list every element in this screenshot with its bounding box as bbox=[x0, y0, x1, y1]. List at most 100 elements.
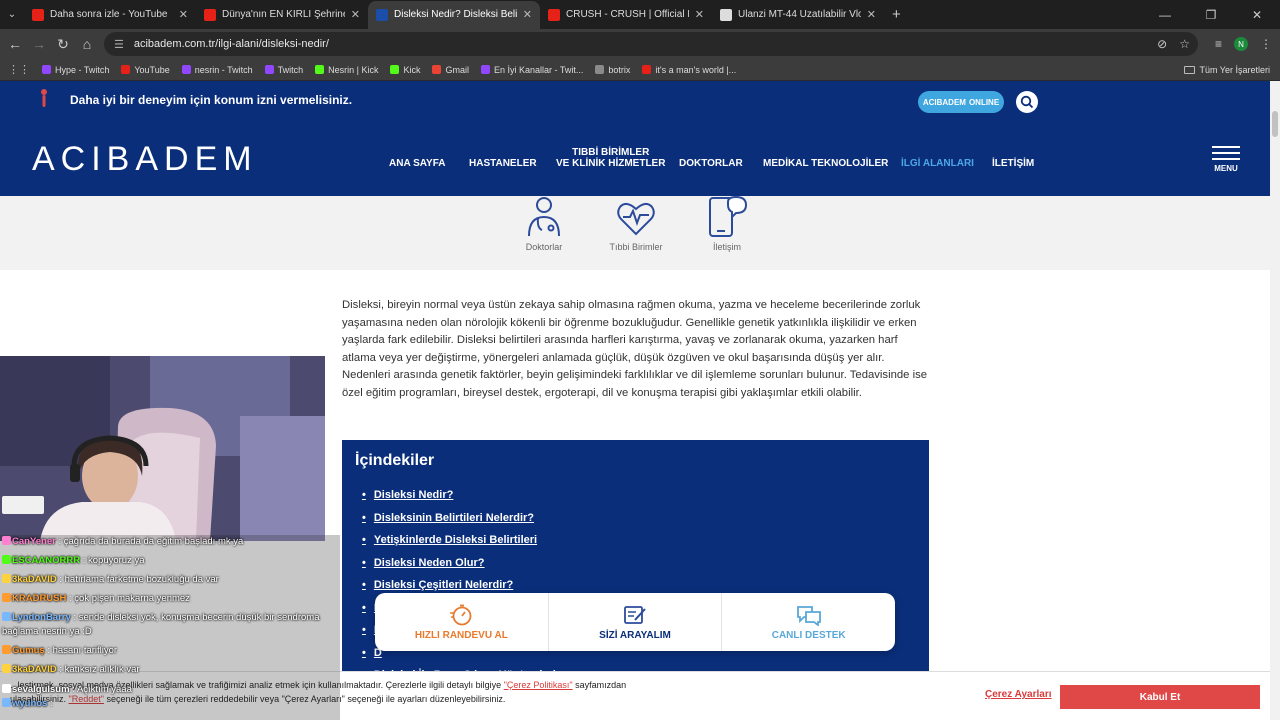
browser-menu-icon[interactable]: ⋮ bbox=[1260, 37, 1272, 51]
nav-doctors[interactable]: DOKTORLAR bbox=[679, 158, 743, 169]
nav-contact[interactable]: İLETİŞİM bbox=[992, 158, 1034, 169]
acibadem-online-button[interactable]: ACIBADEM ONLINE bbox=[918, 91, 1004, 113]
site-info-icon[interactable]: ☰ bbox=[114, 38, 124, 51]
all-bookmarks[interactable]: Tüm Yer İşaretleri bbox=[1184, 65, 1270, 75]
close-icon[interactable]: ✕ bbox=[867, 8, 876, 21]
tab-2[interactable]: Disleksi Nedir? Disleksi Belirtile ✕ bbox=[368, 0, 540, 29]
bookmark-item[interactable]: botrix bbox=[595, 65, 630, 75]
chat-message: bağlama nesrin ya :D bbox=[2, 625, 92, 638]
nav-hospitals[interactable]: HASTANELER bbox=[469, 158, 537, 169]
phone-chat-icon bbox=[709, 196, 748, 237]
tab-1[interactable]: Dünya'nın EN KİRLİ Şehrine Geld ✕ bbox=[196, 1, 368, 29]
youtube-icon bbox=[32, 8, 44, 21]
quick-doctors[interactable]: Doktorlar bbox=[522, 196, 566, 252]
chat-username: Gumuş bbox=[12, 645, 45, 656]
toc-item[interactable]: Yetişkinlerde Disleksi Belirtileri bbox=[362, 529, 556, 552]
youtube-icon bbox=[548, 8, 560, 21]
quick-contact-label: İletişim bbox=[712, 242, 741, 252]
quick-contact[interactable]: İletişim bbox=[705, 196, 749, 252]
tab-title: Ulanzi MT-44 Uzatılabilir Vlog Tr bbox=[738, 9, 861, 20]
bookmark-item[interactable]: Twitch bbox=[264, 65, 303, 75]
bookmark-item[interactable]: it's a man's world |... bbox=[642, 65, 736, 75]
restore-button[interactable]: ❐ bbox=[1188, 8, 1234, 22]
folder-icon bbox=[1184, 65, 1196, 74]
bookmark-item[interactable]: Nesrin | Kick bbox=[315, 65, 378, 75]
close-icon[interactable]: ✕ bbox=[695, 8, 704, 21]
acibadem-logo[interactable]: ACIBADEM bbox=[32, 140, 258, 179]
live-support-button[interactable]: CANLI DESTEK bbox=[722, 593, 895, 651]
site-search-button[interactable] bbox=[1016, 91, 1038, 113]
tab-3[interactable]: CRUSH - CRUSH | Official Music ✕ bbox=[540, 1, 712, 29]
nav-interest-areas[interactable]: İLGİ ALANLARI bbox=[901, 158, 974, 169]
location-notice-bar: Daha iyi bir deneyim için konum izni ver… bbox=[0, 81, 1270, 120]
bookmark-item[interactable]: nesrin - Twitch bbox=[181, 65, 253, 75]
bookmark-star-icon[interactable]: ☆ bbox=[1179, 37, 1190, 51]
article-intro: Disleksi, bireyin normal veya üstün zeka… bbox=[342, 299, 928, 399]
stopwatch-icon bbox=[450, 604, 472, 625]
bookmark-item[interactable]: Gmail bbox=[432, 65, 469, 75]
nav-units-line2: VE KLİNİK HİZMETLER bbox=[556, 158, 666, 169]
tab-0[interactable]: Daha sonra izle - YouTube ✕ bbox=[24, 1, 196, 29]
chat-text: : kopuyoruz ya bbox=[82, 555, 145, 566]
toc-item[interactable]: Disleksi Nedir? bbox=[362, 484, 556, 507]
tab-search-icon[interactable]: ⌄ bbox=[0, 0, 24, 29]
chat-username: wyuhos bbox=[12, 698, 48, 709]
chat-text: : hatırlama farketme bozukluğu da var bbox=[59, 574, 219, 585]
online-btn-part2: ONLINE bbox=[968, 97, 1000, 107]
chat-message: ESCAANORRR : kopuyoruz ya bbox=[2, 554, 145, 567]
chat-message: 3kaDAVID : hatırlama farketme bozukluğu … bbox=[2, 573, 219, 586]
bookmark-item[interactable]: Hype - Twitch bbox=[42, 65, 109, 75]
chat-text: : hasanı tarifliyor bbox=[47, 645, 118, 656]
bookmark-label: Gmail bbox=[445, 64, 469, 75]
address-bar[interactable]: ☰ acibadem.com.tr/ilgi-alani/disleksi-ne… bbox=[104, 32, 1198, 56]
accept-cookies-button[interactable]: Kabul Et bbox=[1060, 685, 1260, 709]
quick-units[interactable]: Tıbbi Birimler bbox=[604, 196, 668, 252]
bookmark-item[interactable]: YouTube bbox=[121, 64, 170, 75]
cookie-policy-link[interactable]: "Çerez Politikası" bbox=[504, 680, 573, 690]
bookmark-favicon-icon bbox=[432, 65, 442, 74]
nav-medical-tech[interactable]: MEDİKAL TEKNOLOJİLER bbox=[763, 158, 888, 169]
bookmark-item[interactable]: Kick bbox=[390, 65, 420, 75]
close-window-button[interactable]: ✕ bbox=[1234, 8, 1280, 22]
toc-item[interactable]: Disleksi Neden Olur? bbox=[362, 552, 556, 575]
reload-icon[interactable]: ↻ bbox=[51, 36, 75, 53]
profile-avatar[interactable]: N bbox=[1234, 37, 1248, 51]
apps-grid-icon[interactable]: ⋮⋮ bbox=[8, 63, 30, 76]
nav-home[interactable]: ANA SAYFA bbox=[389, 158, 446, 169]
tab-4[interactable]: Ulanzi MT-44 Uzatılabilir Vlog Tr ✕ bbox=[712, 1, 884, 29]
heart-pulse-icon bbox=[617, 203, 655, 236]
bookmark-item[interactable]: En İyi Kanallar - Twit... bbox=[481, 65, 583, 75]
chat-text: bağlama nesrin ya :D bbox=[2, 626, 92, 637]
acibadem-icon bbox=[376, 8, 388, 21]
stream-chat-overlay: CanYener : çağrıda da burada da eğitim b… bbox=[0, 535, 340, 720]
toc-title: İçindekiler bbox=[355, 452, 435, 469]
forward-icon[interactable]: → bbox=[27, 36, 51, 52]
bookmark-favicon-icon bbox=[390, 65, 400, 74]
bookmarks-bar: ⋮⋮ Hype - Twitch YouTube nesrin - Twitch Tw… bbox=[0, 59, 1280, 81]
home-icon[interactable]: ⌂ bbox=[75, 36, 99, 52]
bookmark-label: YouTube bbox=[134, 64, 170, 75]
nav-medical-units[interactable]: TIBBİ BİRİMLER VE KLİNİK HİZMETLER bbox=[556, 147, 665, 169]
page-icon bbox=[720, 8, 732, 21]
url-text: acibadem.com.tr/ilgi-alani/disleksi-nedi… bbox=[133, 38, 329, 50]
back-icon[interactable]: ← bbox=[3, 36, 27, 52]
chat-message: LyndonBarry : sende disleksi yok, konuşm… bbox=[2, 611, 320, 624]
bookmark-favicon-icon bbox=[121, 65, 131, 74]
minimize-button[interactable]: — bbox=[1142, 8, 1188, 22]
tab-title: Daha sonra izle - YouTube bbox=[50, 9, 168, 20]
hamburger-menu-button[interactable]: MENU bbox=[1212, 146, 1240, 173]
call-me-button[interactable]: SİZİ ARAYALIM bbox=[549, 593, 723, 651]
scrollbar-thumb[interactable] bbox=[1272, 111, 1278, 137]
page-scrollbar[interactable] bbox=[1270, 81, 1280, 720]
quick-doctors-label: Doktorlar bbox=[525, 242, 563, 252]
media-controls-icon[interactable]: ≡ bbox=[1215, 37, 1222, 51]
location-blocked-icon[interactable]: ⊘ bbox=[1157, 37, 1167, 51]
close-icon[interactable]: ✕ bbox=[351, 8, 360, 21]
close-icon[interactable]: ✕ bbox=[179, 8, 188, 21]
toc-item[interactable]: Disleksinin Belirtileri Nelerdir? bbox=[362, 507, 556, 530]
close-icon[interactable]: ✕ bbox=[523, 8, 532, 21]
cookie-settings-link[interactable]: Çerez Ayarları bbox=[985, 689, 1052, 700]
browser-tab-bar: ⌄ Daha sonra izle - YouTube ✕ Dünya'nın … bbox=[0, 0, 1280, 29]
new-tab-button[interactable]: + bbox=[892, 6, 901, 23]
quick-appointment-button[interactable]: HIZLI RANDEVU AL bbox=[375, 593, 549, 651]
